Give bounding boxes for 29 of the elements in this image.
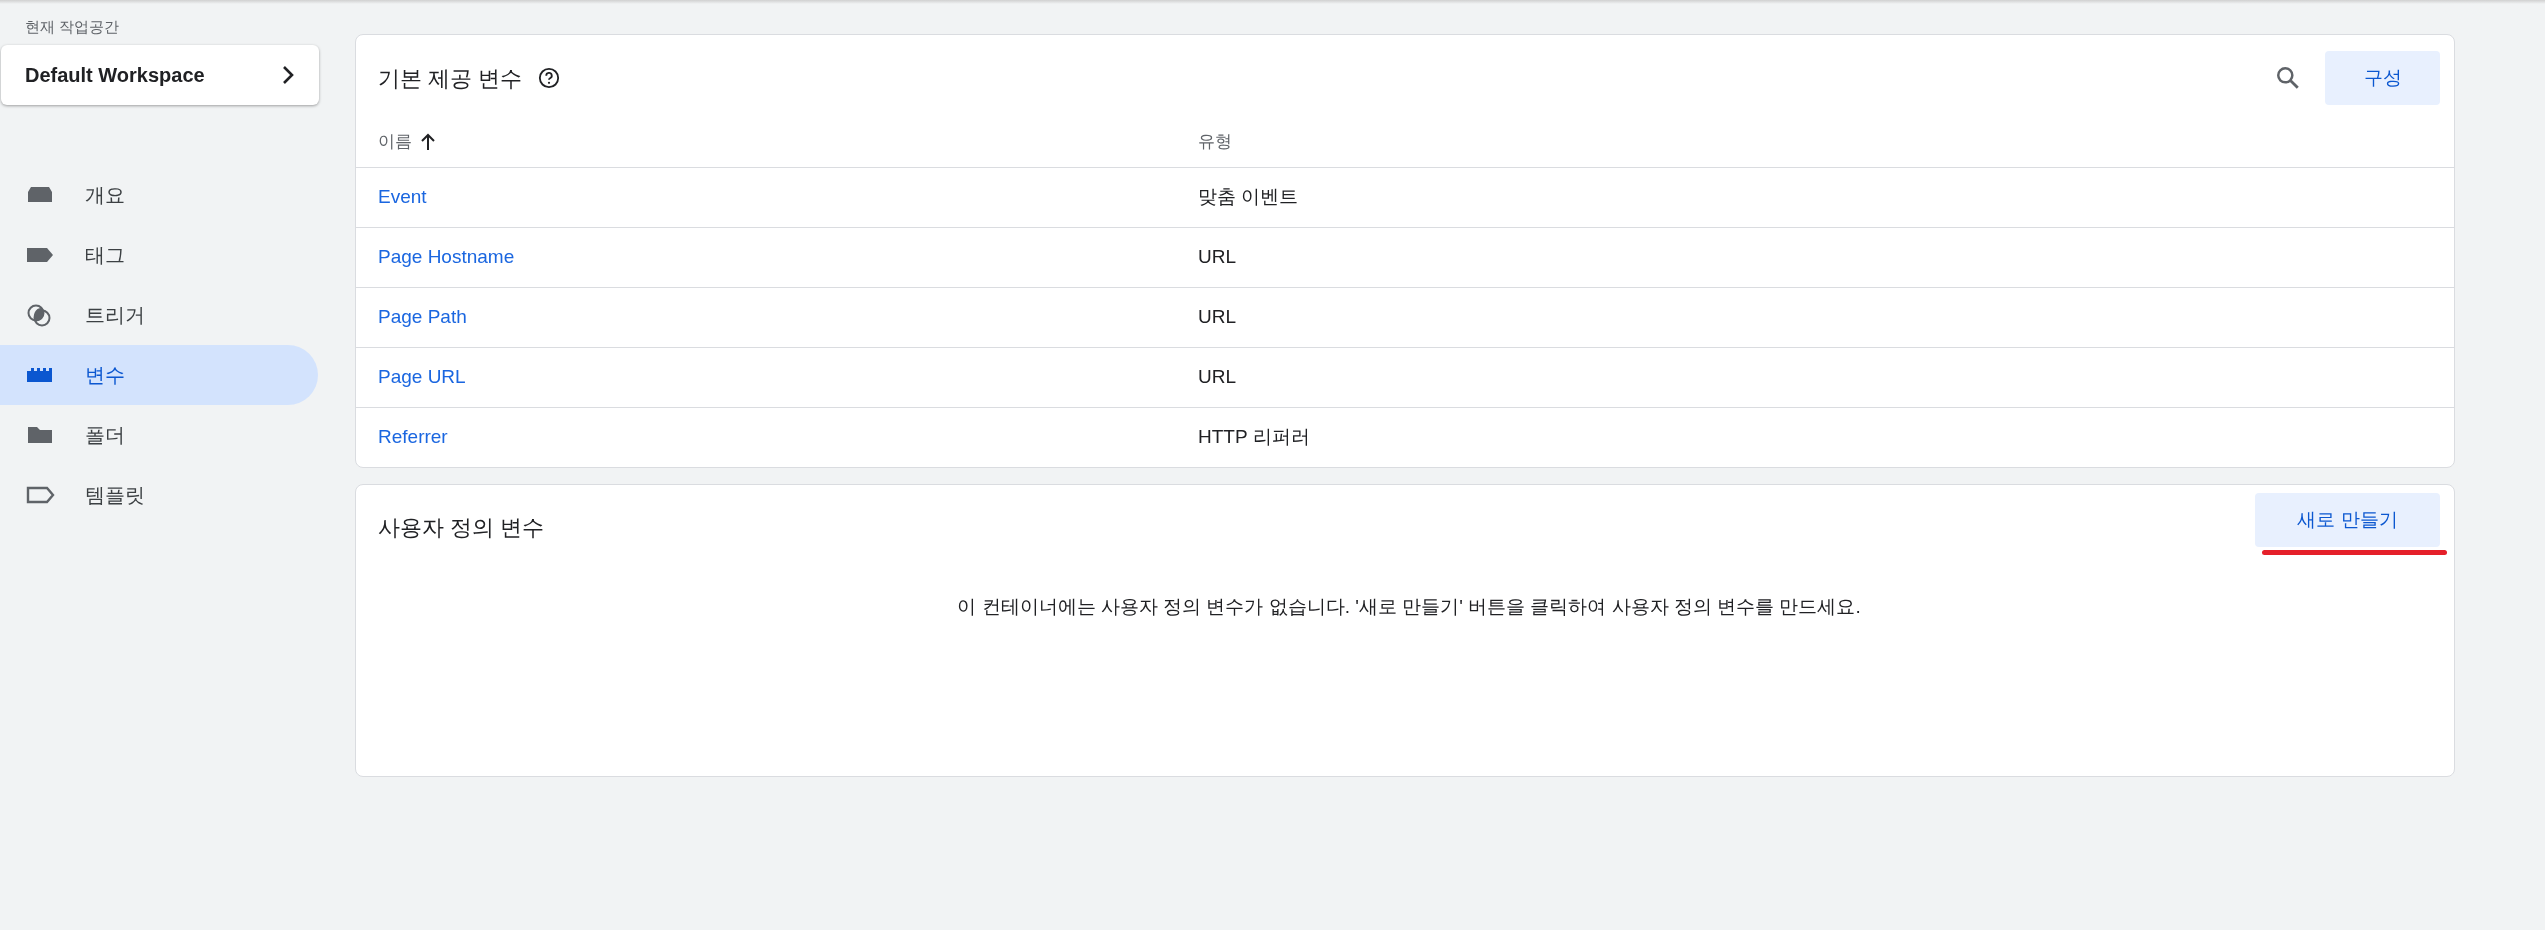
search-icon[interactable] xyxy=(2275,65,2301,91)
variable-type: URL xyxy=(1198,305,1236,330)
variable-link[interactable]: Page Hostname xyxy=(378,246,515,268)
variable-type: URL xyxy=(1198,365,1236,390)
nav-item[interactable]: 변수 xyxy=(0,344,318,405)
workspace-selector[interactable]: Default Workspace xyxy=(1,44,319,105)
column-header[interactable]: 유형 xyxy=(1198,132,1232,152)
variable-link[interactable]: Page Path xyxy=(378,306,467,328)
sort-arrow-icon[interactable] xyxy=(420,133,436,151)
variable-type: HTTP 리퍼러 xyxy=(1198,425,1310,450)
help-icon[interactable] xyxy=(538,67,561,89)
nav-item[interactable]: 트리거 xyxy=(0,284,318,345)
card-title: 기본 제공 변수 xyxy=(378,64,523,93)
configure-button[interactable]: 구성 xyxy=(2325,51,2440,105)
variable-link[interactable]: Referrer xyxy=(378,426,448,448)
workspace-label: 현재 작업공간 xyxy=(24,17,121,37)
column-header[interactable]: 이름 xyxy=(378,129,412,155)
card-title: 사용자 정의 변수 xyxy=(378,514,545,542)
new-button[interactable]: 새로 만들기 xyxy=(2255,493,2440,547)
nav-item[interactable]: 템플릿 xyxy=(0,464,318,525)
chevron-right-icon xyxy=(281,64,295,85)
nav-item[interactable]: 개요 xyxy=(0,164,318,225)
variable-link[interactable]: Event xyxy=(378,186,427,208)
variable-type: URL xyxy=(1198,245,1236,270)
empty-message: 이 컨테이너에는 사용자 정의 변수가 없습니다. '새로 만들기' 버튼을 클릭하여 사용자 정의 변수를 만드세요. xyxy=(957,596,1861,617)
variable-link[interactable]: Page URL xyxy=(378,366,466,388)
nav-item[interactable]: 폴더 xyxy=(0,404,318,465)
nav-item[interactable]: 태그 xyxy=(0,224,318,285)
variable-type: 맞춤 이벤트 xyxy=(1198,185,1299,210)
